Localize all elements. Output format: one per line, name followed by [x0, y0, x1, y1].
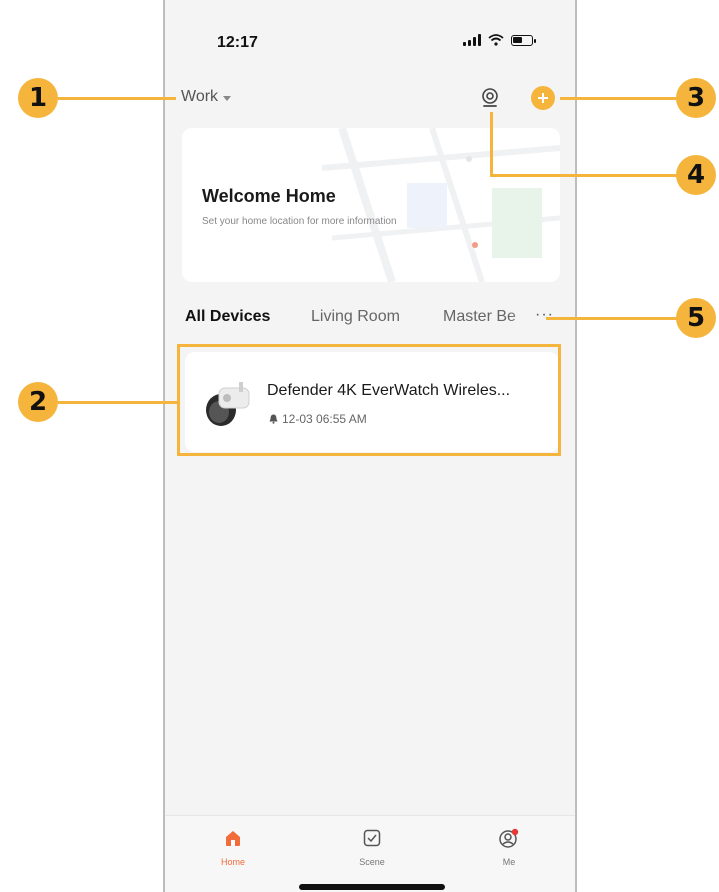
wifi-icon: [488, 34, 504, 46]
callout-line-1: [58, 97, 176, 100]
callout-line-4b: [490, 174, 680, 177]
callout-line-3: [560, 97, 680, 100]
profile-icon: [499, 828, 519, 848]
status-time: 12:17: [217, 34, 258, 51]
callout-line-2: [58, 401, 178, 404]
chevron-down-icon: [223, 95, 232, 101]
more-rooms-button[interactable]: ···: [535, 306, 554, 324]
welcome-card[interactable]: Welcome Home Set your home location for …: [182, 128, 560, 282]
callout-line-4a: [490, 112, 493, 176]
home-name: Work: [181, 88, 219, 105]
tab-home-label: Home: [220, 857, 245, 867]
tab-scene-label: Scene: [359, 857, 385, 867]
annotation-badge-3: 3: [676, 78, 716, 118]
annotation-badge-4: 4: [676, 155, 716, 195]
home-icon: [226, 831, 240, 846]
camera-icon[interactable]: [479, 87, 501, 109]
annotation-badge-1: 1: [18, 78, 58, 118]
add-device-button[interactable]: [531, 86, 555, 110]
signal-icon: [463, 34, 481, 46]
tab-all-devices[interactable]: All Devices: [185, 308, 270, 326]
tab-me[interactable]: Me: [479, 828, 539, 867]
status-bar: 12:17: [165, 0, 575, 60]
tab-living-room[interactable]: Living Room: [311, 308, 400, 326]
bottom-tab-bar: Home Scene Me: [165, 815, 575, 892]
home-indicator: [299, 884, 445, 890]
tab-scene[interactable]: Scene: [342, 828, 402, 867]
battery-icon: [511, 34, 536, 46]
device-highlight-box: [177, 344, 561, 456]
annotation-badge-2: 2: [18, 382, 58, 422]
tab-me-label: Me: [502, 857, 516, 867]
scene-icon: [363, 829, 381, 847]
home-selector[interactable]: Work: [181, 88, 232, 106]
tab-home[interactable]: Home: [203, 828, 263, 867]
status-icons: [463, 34, 536, 46]
room-tabs: All Devices Living Room Master Be: [165, 308, 575, 332]
welcome-subtitle: Set your home location for more informat…: [202, 216, 397, 227]
callout-line-5: [546, 317, 680, 320]
annotation-badge-5: 5: [676, 298, 716, 338]
welcome-title: Welcome Home: [202, 186, 336, 206]
